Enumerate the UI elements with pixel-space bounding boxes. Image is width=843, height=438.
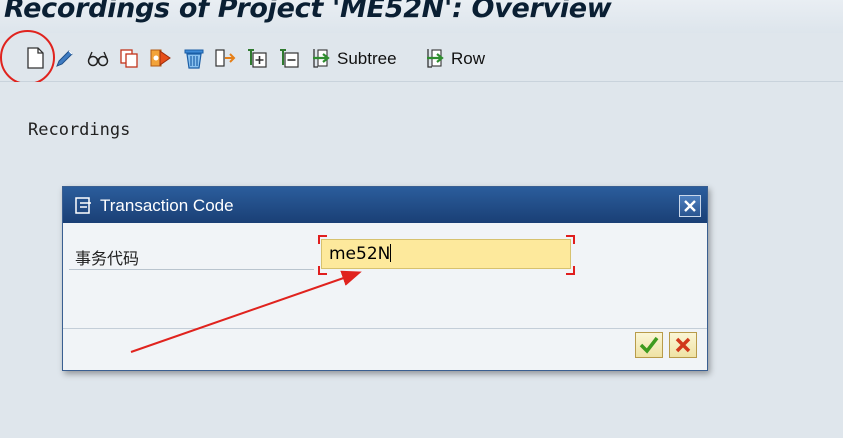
annotation-arrow <box>130 270 362 353</box>
